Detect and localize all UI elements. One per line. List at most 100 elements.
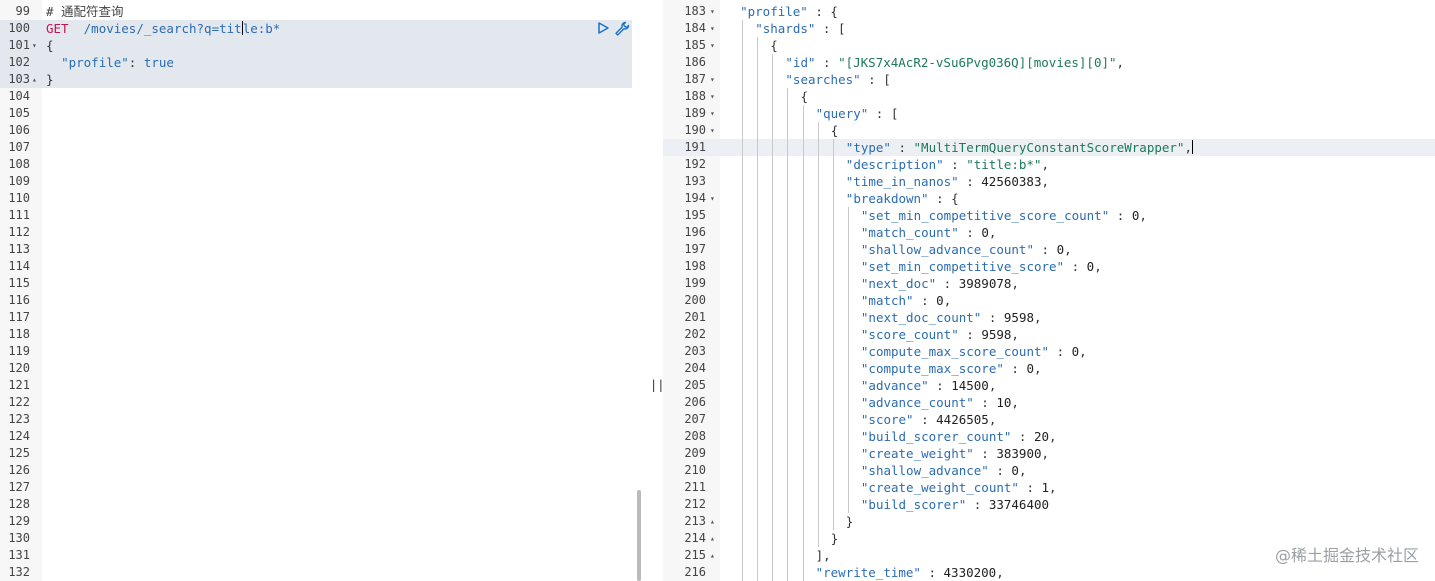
indent-guide — [832, 139, 834, 156]
code-line[interactable]: 205 "advance" : 14500, — [663, 377, 1435, 394]
code-line[interactable]: 186 "id" : "[JKS7x4AcR2-vSu6Pvg036Q][movi… — [663, 54, 1435, 71]
code-token: GET — [46, 21, 69, 36]
code-line[interactable]: 132 — [0, 564, 644, 581]
fold-collapse-icon[interactable]: ▾ — [710, 71, 715, 88]
indent-guide — [742, 122, 744, 139]
code-line[interactable]: 102 "profile": true — [0, 54, 632, 71]
scrollbar-thumb[interactable] — [637, 490, 641, 581]
code-line[interactable]: 206 "advance_count" : 10, — [663, 394, 1435, 411]
code-line[interactable]: 202 "score_count" : 9598, — [663, 326, 1435, 343]
code-line[interactable]: 120 — [0, 360, 644, 377]
code-line[interactable]: 201 "next_doc_count" : 9598, — [663, 309, 1435, 326]
code-line[interactable]: 213 ▴} — [663, 513, 1435, 530]
indent-guide — [742, 54, 744, 71]
fold-expand-icon[interactable]: ▴ — [710, 513, 715, 530]
code-line[interactable]: 112 — [0, 224, 644, 241]
fold-collapse-icon[interactable]: ▾ — [710, 88, 715, 105]
code-line[interactable]: 203 "compute_max_score_count" : 0, — [663, 343, 1435, 360]
code-line[interactable]: 105 — [0, 105, 644, 122]
fold-collapse-icon[interactable]: ▾ — [710, 3, 715, 20]
code-line[interactable]: 130 — [0, 530, 644, 547]
code-line[interactable]: 184 ▾ "shards" : [ — [663, 20, 1435, 37]
code-line[interactable]: 119 — [0, 343, 644, 360]
code-line[interactable]: 114 — [0, 258, 644, 275]
code-line[interactable]: 188 ▾ { — [663, 88, 1435, 105]
code-text: { — [770, 37, 778, 54]
code-line[interactable]: 115 — [0, 275, 644, 292]
code-line[interactable]: 210 "shallow_advance" : 0, — [663, 462, 1435, 479]
code-line[interactable]: 208 "build_scorer_count" : 20, — [663, 428, 1435, 445]
code-line[interactable]: 199 "next_doc" : 3989078, — [663, 275, 1435, 292]
code-line[interactable]: 185 ▾ { — [663, 37, 1435, 54]
fold-expand-icon[interactable]: ▴ — [710, 547, 715, 564]
code-line[interactable]: 211 "create_weight_count" : 1, — [663, 479, 1435, 496]
code-line[interactable]: 187 ▾ "searches" : [ — [663, 71, 1435, 88]
code-line[interactable]: 190 ▾ { — [663, 122, 1435, 139]
fold-expand-icon[interactable]: ▴ — [32, 71, 37, 88]
code-line[interactable]: 107 — [0, 139, 644, 156]
line-number: 188 — [684, 89, 706, 103]
code-line[interactable]: 126 — [0, 462, 644, 479]
code-line[interactable]: 104 — [0, 88, 644, 105]
play-icon[interactable] — [596, 21, 612, 37]
code-line[interactable]: 207 "score" : 4426505, — [663, 411, 1435, 428]
code-line[interactable]: 110 — [0, 190, 644, 207]
code-token: , — [1034, 310, 1042, 325]
indent-guide — [757, 394, 759, 411]
code-line[interactable]: 216 "rewrite_time" : 4330200, — [663, 564, 1435, 581]
fold-collapse-icon[interactable]: ▾ — [710, 190, 715, 207]
code-line[interactable]: 103 ▴} — [0, 71, 632, 88]
fold-collapse-icon[interactable]: ▾ — [710, 37, 715, 54]
code-line[interactable]: 106 — [0, 122, 644, 139]
code-line[interactable]: 194 ▾ "breakdown" : { — [663, 190, 1435, 207]
fold-collapse-icon[interactable]: ▾ — [32, 37, 37, 54]
wrench-icon[interactable] — [614, 21, 630, 37]
code-line[interactable]: 116 — [0, 292, 644, 309]
code-line[interactable]: 122 — [0, 394, 644, 411]
fold-expand-icon[interactable]: ▴ — [710, 530, 715, 547]
code-line[interactable]: 212 "build_scorer" : 33746400 — [663, 496, 1435, 513]
code-line[interactable]: 127 — [0, 479, 644, 496]
code-token: : [ — [815, 21, 846, 36]
code-line[interactable]: 209 "create_weight" : 383900, — [663, 445, 1435, 462]
code-line[interactable]: 117 — [0, 309, 644, 326]
request-editor[interactable]: 99 # 通配符查询 100 GET /movies/_search?q=title:… — [0, 0, 644, 581]
code-line[interactable]: 198 "set_min_competitive_score" : 0, — [663, 258, 1435, 275]
indent-guide — [757, 54, 759, 71]
code-line[interactable]: 193 "time_in_nanos" : 42560383, — [663, 173, 1435, 190]
code-line[interactable]: 124 — [0, 428, 644, 445]
code-line[interactable]: 200 "match" : 0, — [663, 292, 1435, 309]
code-line[interactable]: 125 — [0, 445, 644, 462]
fold-collapse-icon[interactable]: ▾ — [710, 105, 715, 122]
code-line[interactable]: 197 "shallow_advance_count" : 0, — [663, 241, 1435, 258]
code-line[interactable]: 121 — [0, 377, 644, 394]
fold-collapse-icon[interactable]: ▾ — [710, 122, 715, 139]
code-token: "advance_count" — [860, 395, 974, 410]
indent-guide — [757, 105, 759, 122]
code-line[interactable]: 183 ▾ "profile" : { — [663, 3, 1435, 20]
code-line[interactable]: 123 — [0, 411, 644, 428]
code-line[interactable]: 99 # 通配符查询 — [0, 3, 644, 20]
code-line[interactable]: 189 ▾ "query" : [ — [663, 105, 1435, 122]
response-viewer[interactable]: 183 ▾ "profile" : {184 ▾ "shards" : [185 ▾{18… — [663, 0, 1435, 581]
code-line[interactable]: 109 — [0, 173, 644, 190]
code-line[interactable]: 196 "match_count" : 0, — [663, 224, 1435, 241]
code-line[interactable]: 128 — [0, 496, 644, 513]
code-line[interactable]: 192 "description" : "title:b*", — [663, 156, 1435, 173]
code-line[interactable]: 101 ▾ { — [0, 37, 632, 54]
code-line[interactable]: 118 — [0, 326, 644, 343]
code-line[interactable]: 108 — [0, 156, 644, 173]
line-number: 122 — [8, 395, 30, 409]
code-line[interactable]: 111 — [0, 207, 644, 224]
code-line[interactable]: 131 — [0, 547, 644, 564]
code-line[interactable]: 204 "compute_max_score" : 0, — [663, 360, 1435, 377]
code-line[interactable]: 113 — [0, 241, 644, 258]
fold-collapse-icon[interactable]: ▾ — [710, 20, 715, 37]
pane-divider[interactable] — [644, 0, 663, 581]
code-line[interactable]: 129 — [0, 513, 644, 530]
code-token: "compute_max_score_count" — [860, 344, 1050, 359]
code-line[interactable]: 100 GET /movies/_search?q=title:b* — [0, 20, 632, 37]
code-line[interactable]: 195 "set_min_competitive_score_count" : 0… — [663, 207, 1435, 224]
code-line[interactable]: 191 "type" : "MultiTermQueryConstantScore… — [663, 139, 1435, 156]
indent-guide — [757, 530, 759, 547]
